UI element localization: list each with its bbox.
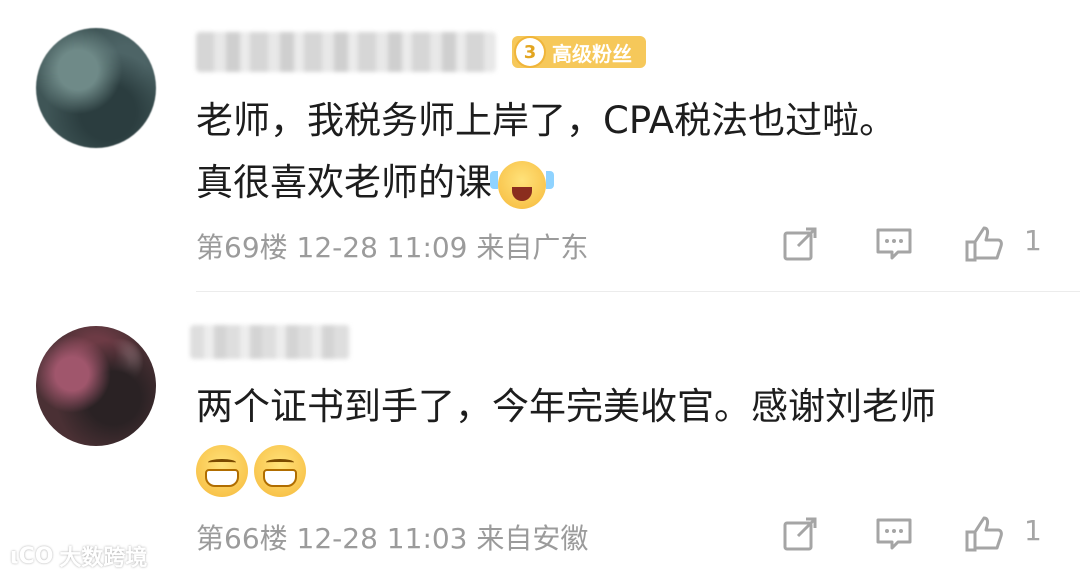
comment-text-line bbox=[196, 438, 1050, 500]
fan-label: 高级粉丝 bbox=[552, 41, 632, 66]
like-count: 1 bbox=[1024, 514, 1042, 547]
laughing-emoji-icon bbox=[490, 160, 554, 209]
comment-meta: 第66楼 12-28 11:03 来自安徽 bbox=[196, 517, 588, 557]
fan-level: 3 bbox=[516, 38, 544, 66]
floor-number: 第69楼 bbox=[196, 231, 288, 264]
comment-text: 两个证书到手了，今年完美收官。感谢刘老师 bbox=[196, 376, 1050, 500]
like-icon[interactable] bbox=[964, 224, 1004, 271]
floor-number: 第66楼 bbox=[196, 522, 288, 555]
comment-icon[interactable] bbox=[874, 224, 914, 271]
comment-text: 老师，我税务师上岸了，CPA税法也过啦。 真很喜欢老师的课 bbox=[196, 90, 1050, 214]
watermark-logo-icon: ιCO bbox=[10, 543, 54, 569]
comment-time: 12-28 11:03 bbox=[296, 522, 468, 555]
comment-text-line: 真很喜欢老师的课 bbox=[196, 152, 1050, 214]
share-icon[interactable] bbox=[780, 224, 820, 271]
watermark-text: 大数跨境 bbox=[59, 546, 148, 571]
fan-badge: 3 高级粉丝 bbox=[512, 36, 646, 68]
username-blurred[interactable] bbox=[196, 32, 496, 72]
avatar[interactable] bbox=[36, 326, 156, 446]
share-icon[interactable] bbox=[780, 514, 820, 561]
comment-item-1: 3 高级粉丝 老师，我税务师上岸了，CPA税法也过啦。 真很喜欢老师的课 第69… bbox=[0, 0, 1080, 292]
comment-item-2: 两个证书到手了，今年完美收官。感谢刘老师 第66楼 12-28 11:03 来自… bbox=[0, 292, 1080, 582]
like-icon[interactable] bbox=[964, 514, 1004, 561]
comment-location: 来自广东 bbox=[476, 231, 589, 264]
grinning-emoji-icon bbox=[254, 444, 306, 497]
username-blurred[interactable] bbox=[190, 325, 350, 359]
comment-text-line: 老师，我税务师上岸了，CPA税法也过啦。 bbox=[196, 99, 897, 142]
watermark: ιCO 大数跨境 bbox=[10, 540, 147, 572]
avatar[interactable] bbox=[36, 28, 156, 148]
comment-text-line: 两个证书到手了，今年完美收官。感谢刘老师 bbox=[196, 385, 936, 428]
grinning-emoji-icon bbox=[196, 444, 248, 497]
comment-time: 12-28 11:09 bbox=[296, 231, 468, 264]
comment-meta: 第69楼 12-28 11:09 来自广东 bbox=[196, 226, 588, 266]
comment-location: 来自安徽 bbox=[476, 522, 589, 555]
comment-icon[interactable] bbox=[874, 514, 914, 561]
like-count: 1 bbox=[1024, 224, 1042, 257]
